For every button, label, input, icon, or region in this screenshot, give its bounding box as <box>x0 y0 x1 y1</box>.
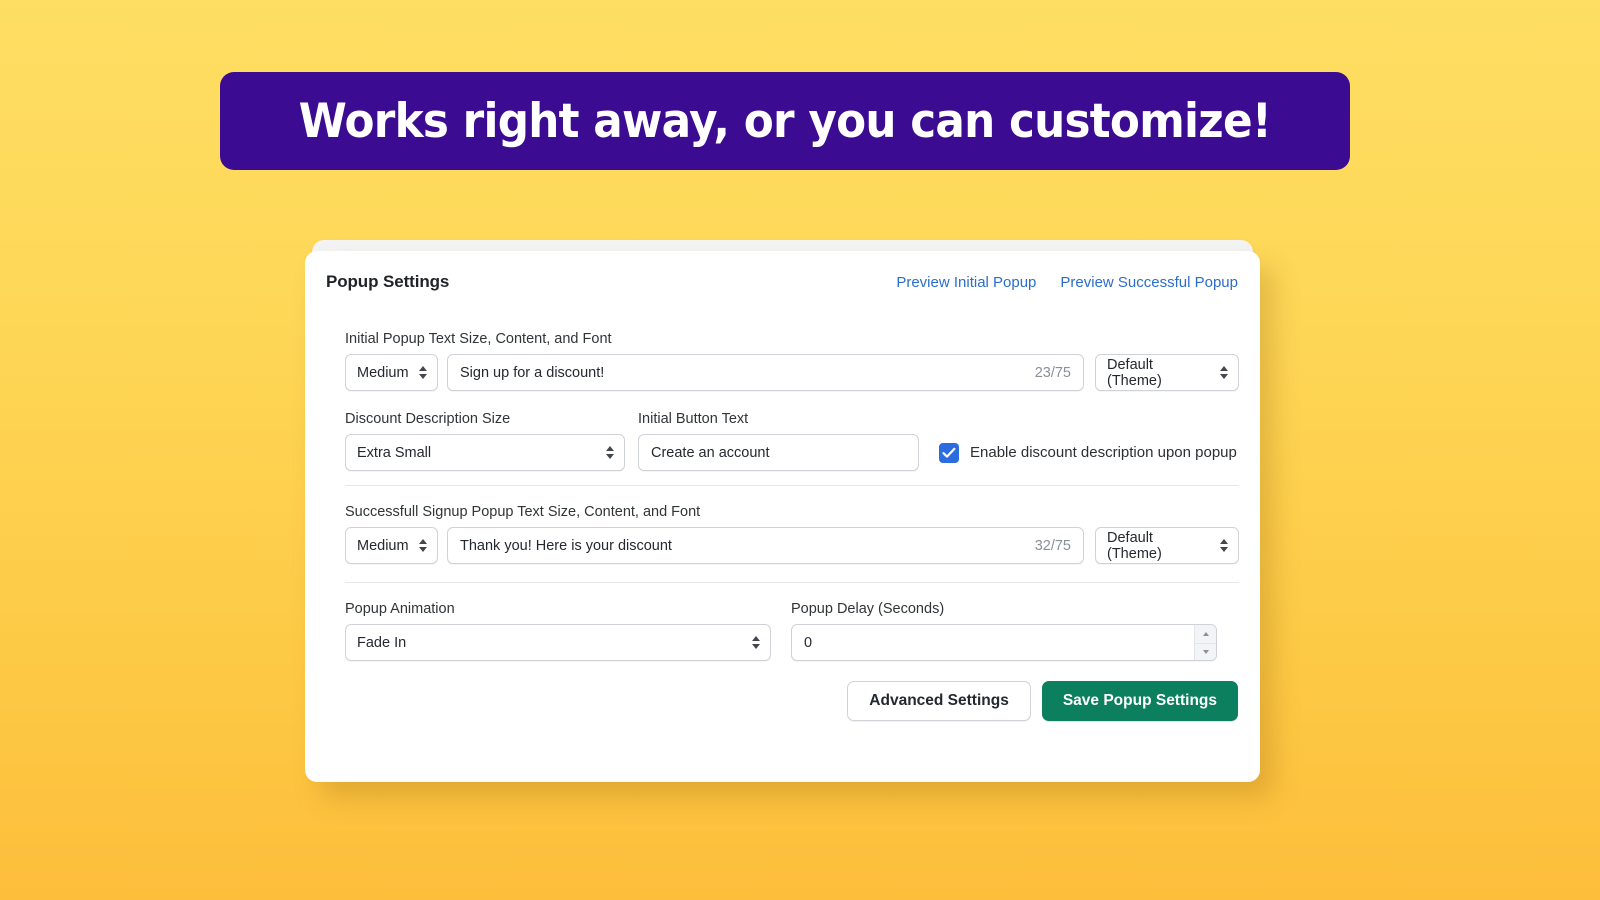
animation-row: Popup Animation Fade In Popup Delay (Sec… <box>345 601 1239 661</box>
discount-description-size-value: Extra Small <box>357 444 432 461</box>
popup-settings-card: Popup Settings Preview Initial Popup Pre… <box>305 251 1260 782</box>
popup-delay-increment-button[interactable] <box>1195 625 1216 643</box>
chevron-updown-icon <box>752 636 760 649</box>
header-links: Preview Initial Popup Preview Successful… <box>896 274 1238 291</box>
successful-popup-size-select[interactable]: Medium <box>345 527 438 564</box>
card-header: Popup Settings Preview Initial Popup Pre… <box>305 251 1260 313</box>
initial-button-text-input[interactable]: Create an account <box>638 434 919 471</box>
card-footer: Advanced Settings Save Popup Settings <box>326 665 1239 721</box>
caret-down-icon <box>1202 649 1209 654</box>
discount-description-size-label: Discount Description Size <box>345 411 511 427</box>
popup-animation-label: Popup Animation <box>345 601 455 617</box>
preview-successful-popup-link[interactable]: Preview Successful Popup <box>1060 274 1238 291</box>
initial-popup-row: Medium Sign up for a discount! 23/75 Def… <box>345 354 1239 391</box>
section-discount-description: Discount Description Size Extra Small In… <box>326 409 1239 485</box>
discount-description-size-group: Discount Description Size Extra Small <box>345 411 625 471</box>
section-successful-popup: Successfull Signup Popup Text Size, Cont… <box>326 486 1239 582</box>
successful-popup-row: Medium Thank you! Here is your discount … <box>345 527 1239 564</box>
chevron-updown-icon <box>419 539 427 552</box>
section-initial-popup: Initial Popup Text Size, Content, and Fo… <box>326 313 1239 409</box>
initial-popup-content-input[interactable]: Sign up for a discount! 23/75 <box>447 354 1084 391</box>
promo-banner: Works right away, or you can customize! <box>220 72 1350 170</box>
initial-popup-size-value: Medium <box>357 364 409 381</box>
chevron-updown-icon <box>419 366 427 379</box>
page-title: Popup Settings <box>326 272 450 291</box>
initial-popup-size-select[interactable]: Medium <box>345 354 438 391</box>
successful-popup-size-value: Medium <box>357 537 409 554</box>
discount-description-size-select[interactable]: Extra Small <box>345 434 625 471</box>
successful-popup-content-value: Thank you! Here is your discount <box>460 537 672 554</box>
initial-button-text-label: Initial Button Text <box>638 411 749 427</box>
initial-popup-font-select[interactable]: Default (Theme) <box>1095 354 1239 391</box>
popup-delay-group: Popup Delay (Seconds) 0 <box>791 601 1217 661</box>
card-body: Initial Popup Text Size, Content, and Fo… <box>305 313 1260 782</box>
advanced-settings-button[interactable]: Advanced Settings <box>847 681 1031 721</box>
enable-discount-description-row[interactable]: Enable discount description upon popup <box>939 434 1237 471</box>
popup-animation-select[interactable]: Fade In <box>345 624 771 661</box>
popup-settings-card-wrapper: Popup Settings Preview Initial Popup Pre… <box>305 240 1260 782</box>
popup-delay-value: 0 <box>804 634 813 651</box>
chevron-updown-icon <box>1220 366 1228 379</box>
initial-button-text-group: Initial Button Text Create an account <box>638 411 919 471</box>
successful-popup-font-value: Default (Theme) <box>1107 529 1162 562</box>
popup-delay-decrement-button[interactable] <box>1195 642 1216 660</box>
popup-delay-label: Popup Delay (Seconds) <box>791 601 945 617</box>
enable-discount-description-checkbox[interactable] <box>939 442 959 463</box>
successful-popup-content-input[interactable]: Thank you! Here is your discount 32/75 <box>447 527 1084 564</box>
initial-popup-char-counter: 23/75 <box>1034 364 1071 381</box>
enable-discount-description-group: Enable discount description upon popup <box>919 411 1237 471</box>
successful-popup-char-counter: 32/75 <box>1034 537 1071 554</box>
popup-delay-stepper[interactable]: 0 <box>791 624 1217 661</box>
popup-animation-value: Fade In <box>357 634 407 651</box>
preview-initial-popup-link[interactable]: Preview Initial Popup <box>896 274 1036 291</box>
section-animation: Popup Animation Fade In Popup Delay (Sec… <box>326 583 1239 665</box>
enable-discount-description-label: Enable discount description upon popup <box>970 444 1237 461</box>
promo-banner-text: Works right away, or you can customize! <box>298 93 1272 149</box>
caret-up-icon <box>1202 631 1209 636</box>
popup-animation-group: Popup Animation Fade In <box>345 601 771 661</box>
successful-popup-label: Successfull Signup Popup Text Size, Cont… <box>345 504 701 520</box>
chevron-updown-icon <box>1220 539 1228 552</box>
discount-description-row: Discount Description Size Extra Small In… <box>345 411 1239 471</box>
chevron-updown-icon <box>606 446 614 459</box>
initial-popup-label: Initial Popup Text Size, Content, and Fo… <box>345 331 612 347</box>
initial-popup-content-value: Sign up for a discount! <box>460 364 605 381</box>
save-popup-settings-button[interactable]: Save Popup Settings <box>1041 681 1238 721</box>
initial-button-text-value: Create an account <box>651 444 770 461</box>
successful-popup-font-select[interactable]: Default (Theme) <box>1095 527 1239 564</box>
check-icon <box>942 447 956 458</box>
popup-delay-spin-buttons <box>1194 625 1216 660</box>
initial-popup-font-value: Default (Theme) <box>1107 356 1162 389</box>
